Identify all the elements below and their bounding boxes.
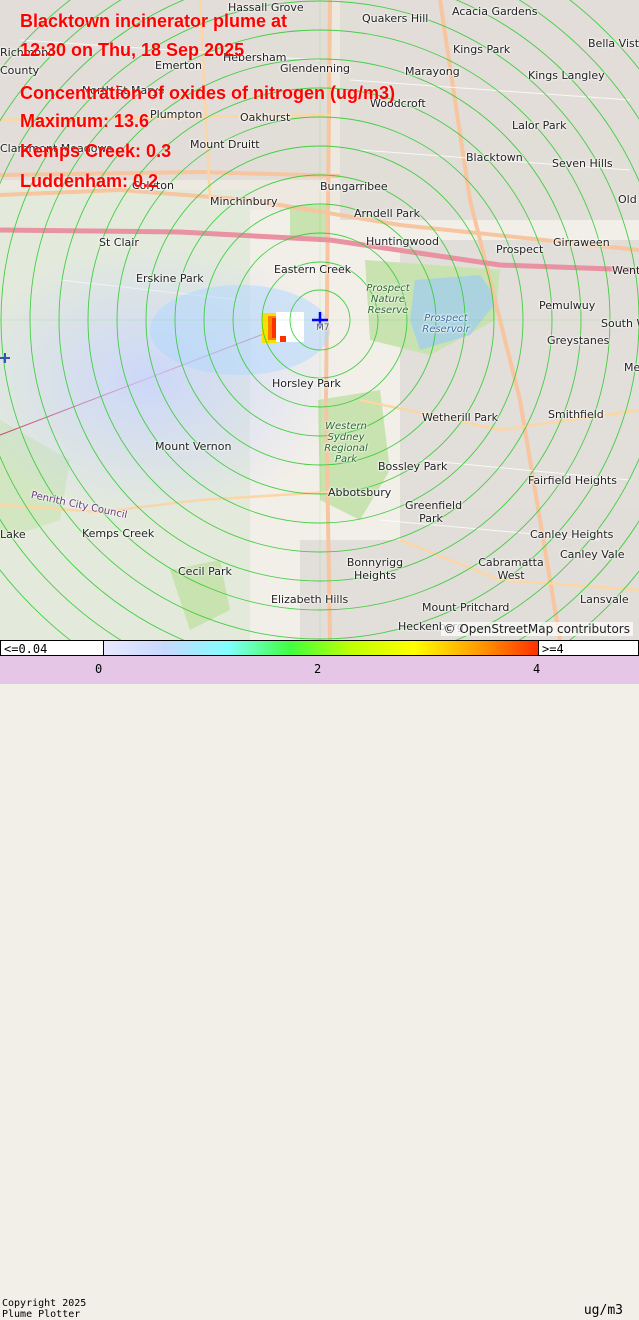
place-label: Cabramatta West	[478, 556, 544, 582]
legend-tick: 2	[314, 662, 322, 676]
place-label: Huntingwood	[366, 235, 439, 248]
place-label: Kings Langley	[528, 69, 605, 82]
place-label: Bonnyrigg Heights	[346, 556, 404, 582]
place-label: Kings Park	[453, 43, 511, 56]
title-line: 12:30 on Thu, 18 Sep 2025	[20, 40, 245, 60]
place-label: Acacia Gardens	[452, 5, 538, 18]
luddenham-label: Luddenham: 0.2	[20, 171, 159, 191]
place-label: Canley Heights	[530, 528, 614, 541]
place-label: Went	[612, 264, 639, 277]
kemps-creek-label: Kemps Creek: 0.3	[20, 141, 172, 161]
place-label: Bungarribee	[320, 180, 388, 193]
place-label: Eastern Creek	[274, 263, 352, 276]
place-label: Canley Vale	[560, 548, 625, 561]
place-label: Mount Vernon	[155, 440, 232, 453]
map-view[interactable]: Hassall Grove Quakers Hill Acacia Garden…	[0, 0, 639, 640]
pollutant-label: Concentration of oxides of nitrogen (ug/…	[20, 83, 395, 103]
copyright: Copyright 2025 Plume Plotter	[2, 1298, 86, 1320]
place-label: Greenfield Park	[405, 499, 463, 525]
place-label: Greystanes	[547, 334, 610, 347]
place-label: Elizabeth Hills	[271, 593, 349, 606]
water-label: Prospect Reservoir	[422, 313, 470, 335]
place-label: Bossley Park	[378, 460, 448, 473]
legend-tick: 4	[533, 662, 541, 676]
place-label: Erskine Park	[136, 272, 204, 285]
osm-attribution[interactable]: © OpenStreetMap contributors	[440, 622, 633, 636]
place-label: St Clair	[99, 236, 139, 249]
park-label: Western Sydney Regional Park	[324, 421, 368, 465]
place-label: Minchinbury	[210, 195, 278, 208]
place-label: Cecil Park	[178, 565, 232, 578]
place-label: Smithfield	[548, 408, 604, 421]
place-label: Fairfield Heights	[528, 474, 617, 487]
place-label: Marayong	[405, 65, 460, 78]
place-label: Seven Hills	[552, 157, 613, 170]
copyright-line: Copyright 2025	[2, 1298, 87, 1309]
park-label: Prospect Nature Reserve	[366, 283, 410, 316]
place-label: Plumpton	[150, 108, 203, 121]
legend-max-label: >=4	[538, 640, 639, 656]
place-label: Arndell Park	[354, 207, 420, 220]
place-label: Prospect	[496, 243, 544, 256]
legend-gradient-bar	[104, 640, 538, 656]
title-line: Blacktown incinerator plume at	[20, 11, 288, 31]
place-label: Wetherill Park	[422, 411, 499, 424]
place-label: Abbotsbury	[328, 486, 392, 499]
place-label: Mount Druitt	[190, 138, 260, 151]
place-label: Blacktown	[466, 151, 523, 164]
place-label: Girraween	[553, 236, 610, 249]
legend: <=0.04 >=4 0 2 4 Copyright 2025 Plume Pl…	[0, 640, 639, 1320]
place-label: Lake	[0, 528, 26, 541]
copyright-line: Plume Plotter	[2, 1309, 81, 1320]
legend-min-label: <=0.04	[0, 640, 104, 656]
place-label: Old	[618, 193, 637, 206]
maximum-label: Maximum: 13.6	[20, 111, 150, 131]
legend-units: ug/m3	[583, 1303, 623, 1318]
place-label: Kemps Creek	[82, 527, 155, 540]
place-label: Bella Vista	[588, 37, 639, 50]
place-label: Mer	[624, 361, 639, 374]
road-shield: M7	[316, 323, 330, 333]
place-label: Lalor Park	[512, 119, 567, 132]
place-label: Horsley Park	[272, 377, 341, 390]
place-label: Lansvale	[580, 593, 629, 606]
place-label: Quakers Hill	[362, 12, 429, 25]
place-label: Pemulwuy	[539, 299, 596, 312]
place-label: Mount Pritchard	[422, 601, 510, 614]
legend-tick: 0	[95, 662, 103, 676]
place-label: Glendenning	[280, 62, 351, 75]
place-label: Oakhurst	[240, 111, 291, 124]
place-label: County	[0, 64, 40, 77]
place-label: South W	[601, 317, 639, 330]
